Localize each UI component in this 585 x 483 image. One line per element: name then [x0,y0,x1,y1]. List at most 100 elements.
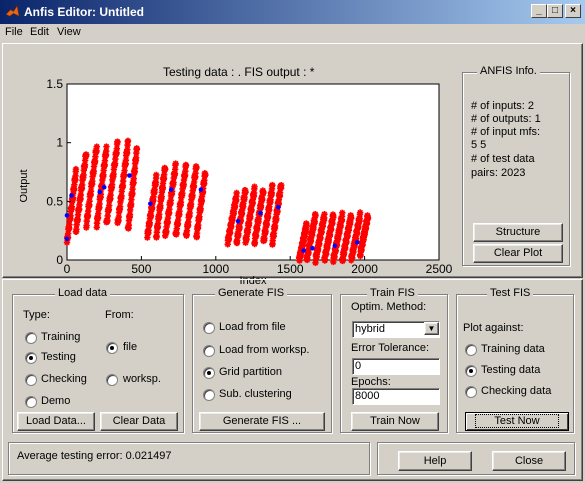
data-point-circle [97,189,103,195]
data-point-circle [235,218,241,224]
radio-sub-clustering[interactable] [203,389,215,401]
radio-training[interactable] [25,332,37,344]
error-tolerance-input[interactable]: 0 [352,358,440,375]
data-point-circle [354,240,360,245]
x-tick-label: 2000 [351,262,378,276]
generate-fis-button[interactable]: Generate FIS ... [199,412,325,431]
type-label: Type: [23,309,50,321]
load-data-title: Load data [55,287,110,299]
radio-plot-training-label: Training data [481,343,545,355]
minimize-button[interactable]: _ [531,4,547,18]
title-bar[interactable]: Anfis Editor: Untitled _ □ × [0,0,585,24]
data-point-star [193,164,200,172]
info-line: 5 5 [471,139,487,151]
radio-grid-partition-label: Grid partition [219,366,282,378]
action-frame: Help Close [377,442,575,475]
train-fis-title: Train FIS [367,287,418,299]
structure-button[interactable]: Structure [473,223,563,242]
data-point-circle [64,236,70,242]
error-tolerance-label: Error Tolerance: [351,342,430,354]
radio-grid-partition[interactable] [203,367,215,379]
optim-method-select[interactable]: hybrid ▼ [352,321,440,338]
info-line: # of outputs: 1 [471,113,541,125]
data-point-star [114,138,121,146]
data-point-circle [127,173,132,178]
test-fis-frame: Test FIS Plot against: Training data Tes… [456,287,574,433]
plot-ylabel: Output [20,169,30,202]
x-tick-label: 2500 [426,262,453,276]
y-tick-label: 1 [56,136,63,150]
generate-fis-frame: Generate FIS Load from file Load from wo… [192,287,332,433]
test-fis-title: Test FIS [487,287,534,299]
radio-from-file-label: file [123,341,138,353]
data-point-star [356,209,364,216]
radio-training-label: Training [41,331,81,343]
matlab-logo-icon [5,5,20,17]
anfis-info-title: ANFIS Info. [477,65,540,77]
menu-view[interactable]: View [57,26,81,38]
radio-checking[interactable] [25,374,37,386]
radio-plot-testing-label: Testing data [481,364,541,376]
radio-plot-testing[interactable] [465,365,477,377]
maximize-button[interactable]: □ [547,4,563,18]
generate-fis-title: Generate FIS [215,287,288,299]
data-point-circle [69,193,74,198]
close-window-button[interactable]: × [565,4,581,18]
info-line: # of input mfs: [471,126,541,138]
data-point-star [153,171,160,179]
data-point-circle [310,245,315,251]
plot-chart: 0 500 1000 1500 2000 250000.511.5 Output Inde… [20,77,453,286]
info-line: # of test data [471,153,535,165]
radio-demo[interactable] [25,396,37,408]
x-tick-label: 500 [131,262,151,276]
epochs-input[interactable]: 8000 [352,388,440,405]
status-frame: Average testing error: 0.021497 [8,442,370,475]
data-point-circle [198,187,204,192]
data-point-star [133,145,141,153]
info-line: pairs: 2023 [471,167,526,179]
y-tick-label: 0.5 [46,194,63,208]
data-point-circle [275,204,281,210]
plot-against-label: Plot against: [463,322,524,334]
epochs-label: Epochs: [351,376,391,388]
help-button[interactable]: Help [398,451,472,471]
radio-checking-label: Checking [41,373,87,385]
menu-edit[interactable]: Edit [30,26,49,38]
chevron-down-icon[interactable]: ▼ [424,322,439,335]
x-tick-label: 0 [64,262,71,276]
clear-plot-button[interactable]: Clear Plot [473,244,563,263]
data-point-circle [148,201,153,206]
radio-from-workspace-label: worksp. [123,373,161,385]
radio-from-workspace[interactable] [106,374,118,386]
radio-plot-training[interactable] [465,344,477,356]
optim-method-label: Optim. Method: [351,301,427,313]
radio-testing[interactable] [25,352,37,364]
radio-load-from-file[interactable] [203,322,215,334]
load-data-button[interactable]: Load Data... [17,412,95,431]
test-now-button[interactable]: Test Now [465,412,569,431]
radio-load-from-workspace-label: Load from worksp. [219,344,310,356]
menu-file[interactable]: File [5,26,23,38]
data-point-circle [64,213,70,218]
data-point-circle [301,248,306,253]
data-point-circle [168,187,174,192]
radio-plot-checking[interactable] [465,386,477,398]
radio-demo-label: Demo [41,395,71,407]
from-label: From: [105,309,134,321]
data-point-star [124,137,132,145]
radio-testing-label: Testing [41,351,76,363]
data-point-star [348,215,355,222]
optim-method-value: hybrid [355,323,385,335]
data-point-circle [258,210,263,216]
train-now-button[interactable]: Train Now [351,412,439,431]
clear-data-button[interactable]: Clear Data [100,412,178,431]
radio-plot-checking-label: Checking data [481,385,552,397]
data-point-circle [332,243,338,249]
window-title: Anfis Editor: Untitled [24,5,144,19]
close-button[interactable]: Close [492,451,566,471]
data-point-star [93,143,100,150]
radio-from-file[interactable] [106,342,118,354]
radio-load-from-workspace[interactable] [203,345,215,357]
load-data-frame: Load data Type: From: Training Testing C… [12,287,184,433]
data-point-star [260,189,267,196]
